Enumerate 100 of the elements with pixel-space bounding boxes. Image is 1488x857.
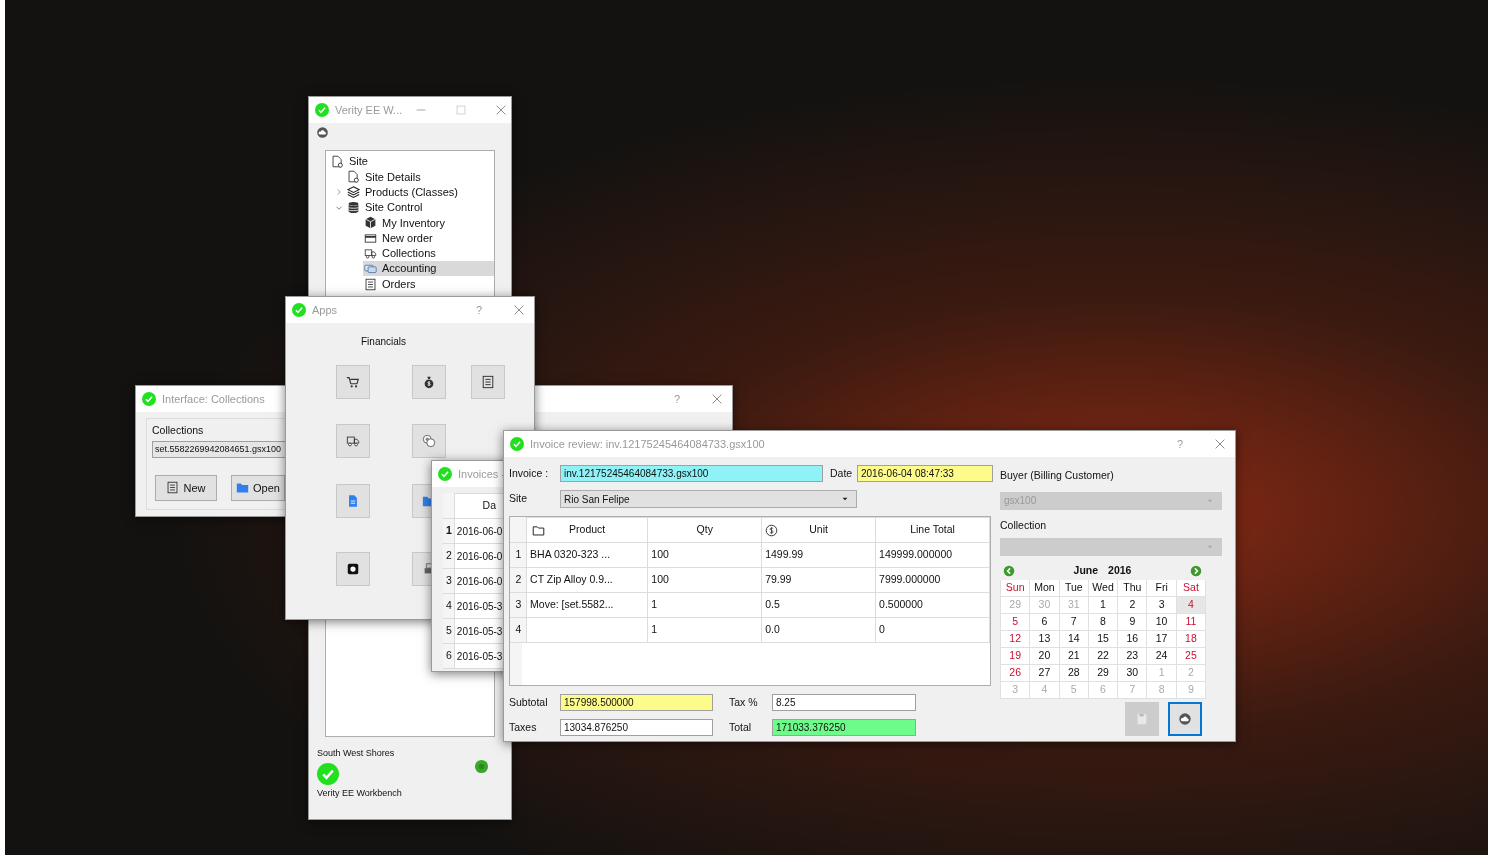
tree-item[interactable]: Accounting [363,261,494,277]
folder-icon [236,481,250,495]
weekday-label: Tue [1059,579,1089,597]
site-name: South West Shores [317,747,396,760]
calendar-day[interactable]: 1 [1088,596,1119,614]
truck-icon [346,434,360,448]
column-header[interactable]: Product [526,517,648,543]
tree-item-icon [364,262,377,276]
table-cell: 1499.99 [761,542,876,568]
field-label: Subtotal [509,694,549,710]
table-cell: Move: [set.5582... [526,592,648,618]
tree-item[interactable]: My Inventory [363,215,494,231]
table-cell: CT Zip Alloy 0.9... [526,567,648,593]
year-label[interactable]: 2016 [1108,563,1132,579]
tree-item-icon [347,185,360,199]
calendar-day[interactable]: 19 [1001,647,1031,665]
app-logo-icon [510,437,524,451]
calendar-day[interactable]: 12 [1001,630,1031,648]
tree-item[interactable]: Products (Classes) [346,184,494,200]
column-title: Product [569,522,606,538]
row-number: 3 [510,592,527,618]
dialog-button[interactable]: Open [231,474,285,501]
upload-button[interactable] [1168,701,1202,736]
calendar-day[interactable]: 25 [1176,647,1207,665]
calendar-day[interactable]: 29 [1088,664,1119,682]
cloud-icon [1178,711,1192,726]
coins-icon [422,434,436,448]
calendar-day[interactable]: 3 [1147,596,1177,614]
close-icon[interactable] [1213,437,1227,451]
tree-item[interactable]: Collections [363,245,494,261]
calendar-day[interactable]: 27 [1030,664,1060,682]
app-logo-icon [438,467,452,481]
calendar-day[interactable]: 17 [1147,630,1177,648]
calendar-day[interactable]: 22 [1088,647,1119,665]
window-title: Verity EE W... [335,102,403,118]
calendar-day[interactable]: 14 [1059,630,1089,648]
date-field[interactable]: 2016-06-04 08:47:33 [857,465,993,482]
column-header[interactable]: Line Total [875,517,990,543]
table-cell: 1 [647,617,762,643]
column-header[interactable]: Qty [647,517,762,543]
calendar-day[interactable]: 26 [1001,664,1031,682]
field-label: Tax % [728,694,759,710]
dialog-button[interactable]: New [155,474,217,501]
document-icon [346,494,360,508]
collection-field[interactable]: set.5582269942084651.gsx100 [152,440,286,458]
site-dropdown[interactable]: Rio San Felipe [560,490,857,508]
subtotal-field[interactable]: 157998.500000 [560,694,713,711]
tree-item-icon [364,231,377,245]
calendar-day[interactable]: 30 [1118,664,1148,682]
calendar-day[interactable]: 2 [1118,596,1148,614]
calendar-day[interactable]: 8 [1088,613,1119,631]
tree-item[interactable]: New order [363,230,494,246]
window-title: Interface: Collections [162,391,265,407]
cart-icon [346,375,360,389]
tax-field[interactable]: 8.25 [772,694,916,711]
tree-item[interactable]: Orders [363,276,494,292]
calendar-day[interactable]: 23 [1118,647,1148,665]
row-number: 4 [510,617,527,643]
table-cell: 100 [647,542,762,568]
calendar-day[interactable]: 28 [1059,664,1089,682]
cloud-icon [316,126,329,139]
row-number: 4 [443,593,455,619]
row-number: 1 [510,542,527,568]
total-field[interactable]: 171033.376250 [772,719,916,736]
document-icon [166,481,180,495]
close-icon[interactable] [512,303,526,317]
tree-item[interactable]: Site Control [346,200,494,216]
column-title: Unit [809,522,828,538]
weekday-label: Fri [1147,579,1177,597]
calendar-day[interactable]: 9 [1118,613,1148,631]
table-cell: BHA 0320-323 ... [526,542,648,568]
tree-item[interactable]: Site [330,154,494,170]
previous-month-icon[interactable] [1003,565,1015,577]
close-icon[interactable] [710,392,724,406]
taxes-field[interactable]: 13034.876250 [560,719,713,736]
app-button[interactable] [336,552,370,586]
weekday-label: Wed [1088,579,1119,597]
next-month-icon[interactable] [1190,565,1202,577]
app-button[interactable] [412,365,446,399]
app-button[interactable] [471,365,505,399]
calendar-day[interactable]: 13 [1030,630,1060,648]
table-cell: 149999.000000 [875,542,990,568]
tree-item[interactable]: Site Details [346,169,494,185]
calendar-day[interactable]: 10 [1147,613,1177,631]
calendar-day[interactable]: 11 [1176,613,1207,631]
table-cell: 100 [647,567,762,593]
calendar-day[interactable]: 24 [1147,647,1177,665]
calendar-day[interactable]: 7 [1059,613,1089,631]
row-number: 1 [443,518,455,544]
invoice-field[interactable]: inv.12175245464084733.gsx100 [560,465,823,482]
calendar-day[interactable]: 16 [1118,630,1148,648]
month-label[interactable]: June [1073,563,1099,579]
calendar-day[interactable]: 21 [1059,647,1089,665]
calendar-day[interactable]: 20 [1030,647,1060,665]
column-header[interactable]: Unit [761,517,876,543]
calendar-day[interactable]: 6 [1030,613,1060,631]
table-cell: 0.500000 [875,592,990,618]
calendar-day[interactable]: 15 [1088,630,1119,648]
calendar-day[interactable]: 18 [1176,630,1207,648]
calendar-day[interactable]: 5 [1001,613,1031,631]
